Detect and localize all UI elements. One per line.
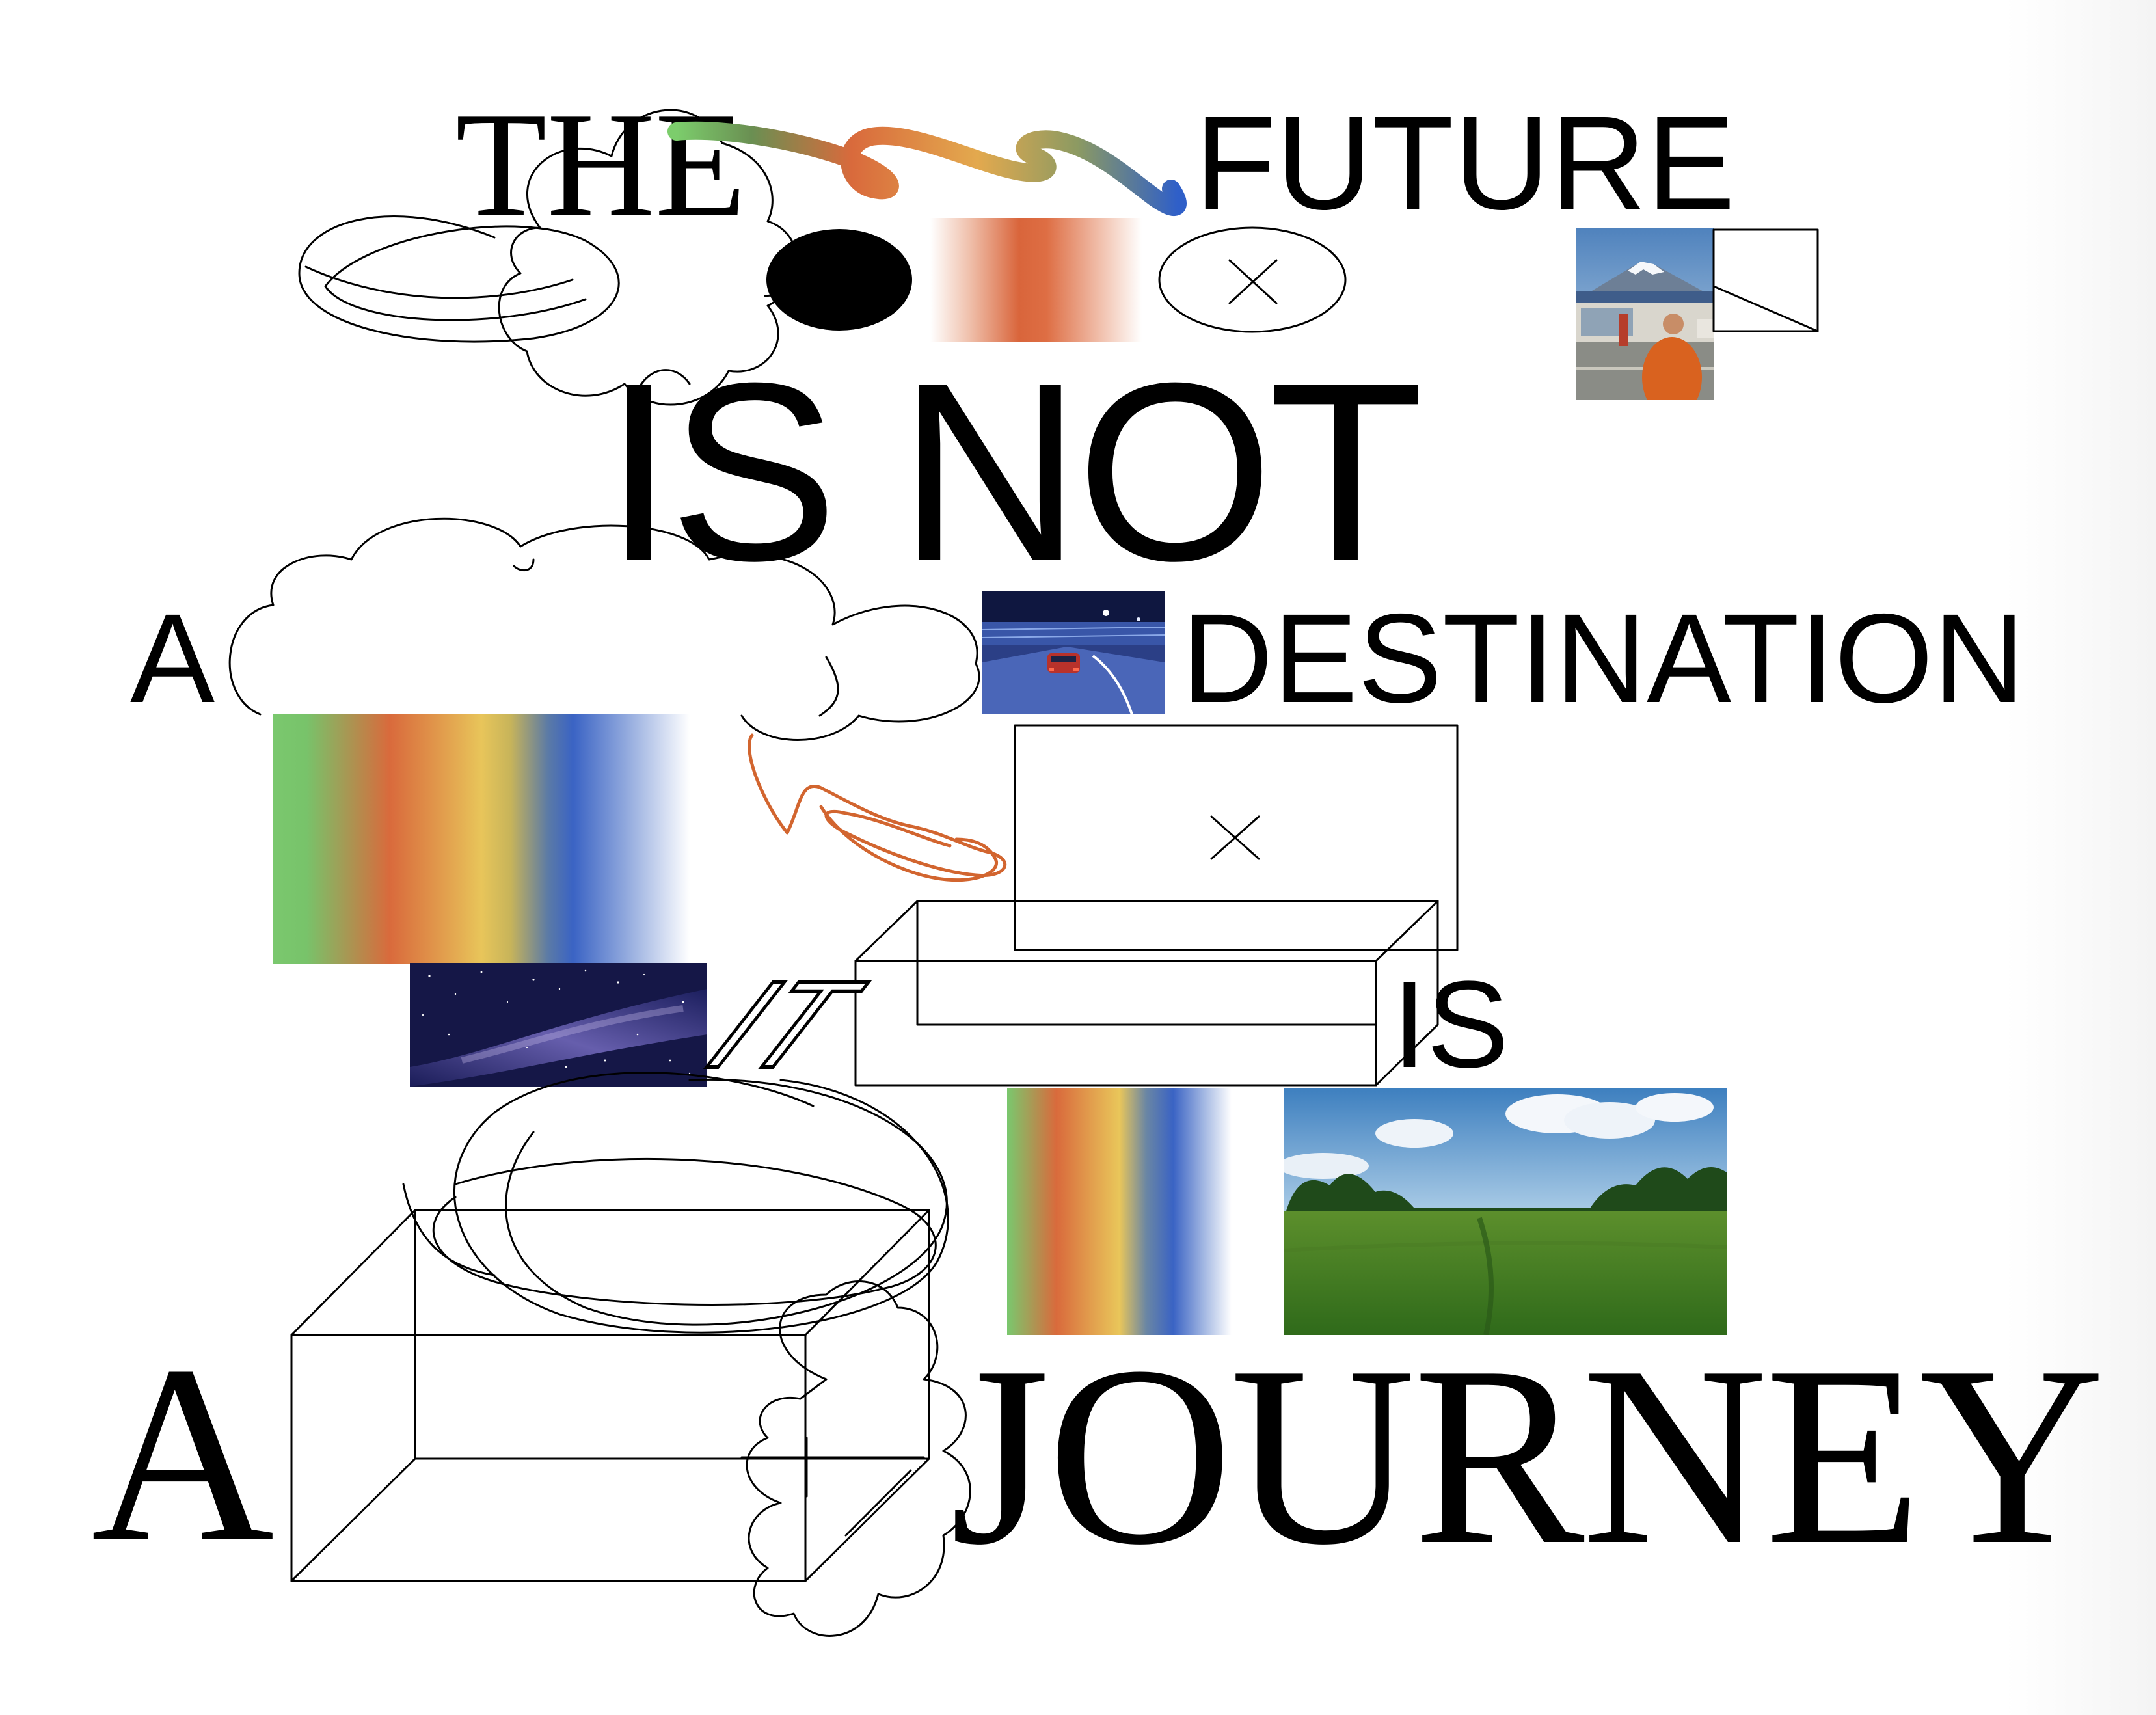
photo-milky-way [410,963,707,1087]
photo-mount-fuji-street [1576,228,1714,400]
headline-future: FUTURE [1194,88,1736,237]
photo-green-field [1284,1088,1727,1335]
headline-is: IS [1392,956,1509,1094]
headline-journey: JOURNEY [950,1314,2105,1598]
headline-it-text: IT [675,955,892,1093]
headline-is-not: IS NOT [604,330,1423,614]
headline-the: THE [455,81,747,247]
headline-a-second: A [91,1314,275,1595]
gradient-swatch-large [273,714,690,964]
poster-canvas: THE FUTURE IS NOT A DESTINATION IS A JOU… [0,0,2156,1715]
headline-destination: DESTINATION [1181,587,2025,729]
gradient-swatch-medium [1007,1088,1232,1335]
headline-a-first: A [130,587,215,729]
gradient-swatch-small [930,218,1142,342]
